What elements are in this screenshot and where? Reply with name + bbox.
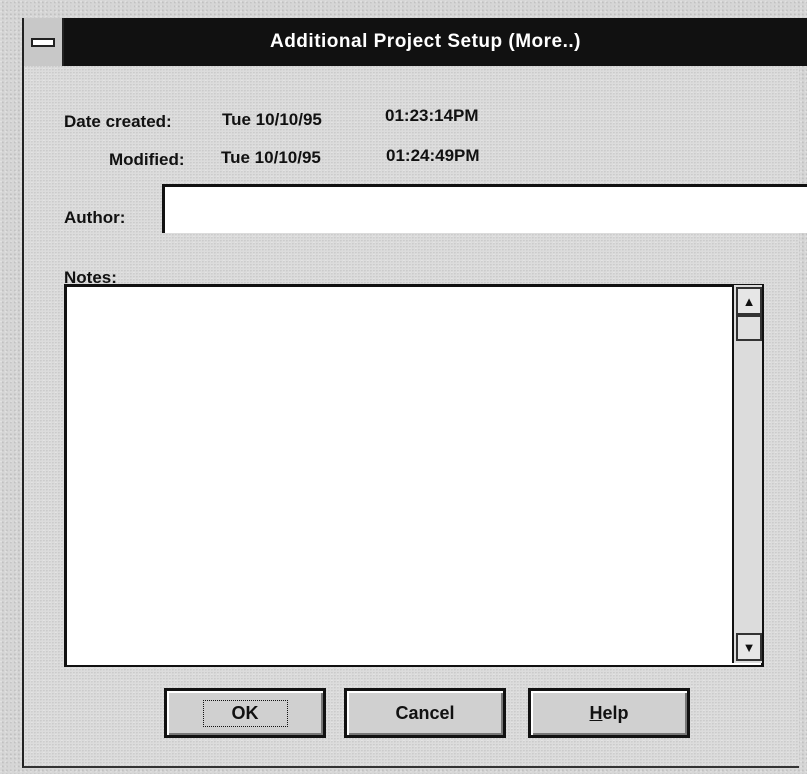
date-created-label: Date created: xyxy=(64,112,172,131)
cancel-button[interactable]: Cancel xyxy=(344,688,506,738)
system-menu-icon[interactable] xyxy=(24,18,64,66)
date-created-time: 01:23:14PM xyxy=(385,106,479,125)
modified-date: Tue 10/10/95 xyxy=(221,148,321,167)
notes-textarea[interactable] xyxy=(64,284,764,667)
help-button-label: Help xyxy=(589,703,628,724)
ok-button[interactable]: OK xyxy=(164,688,326,738)
arrow-down-icon[interactable]: ▼ xyxy=(736,633,762,661)
help-label-rest: elp xyxy=(602,702,629,723)
scrollbar-thumb[interactable] xyxy=(736,315,762,341)
help-button[interactable]: Help xyxy=(528,688,690,738)
cancel-button-label: Cancel xyxy=(395,702,455,723)
author-input[interactable] xyxy=(162,184,807,233)
arrow-up-icon[interactable]: ▲ xyxy=(736,287,762,315)
modified-time: 01:24:49PM xyxy=(386,146,480,165)
window-title: Additional Project Setup (More..) xyxy=(269,31,581,52)
ok-button-label: OK xyxy=(202,699,288,727)
screenshot-background: Additional Project Setup (More..) Date c… xyxy=(0,0,807,774)
date-created-date: Tue 10/10/95 xyxy=(222,110,322,129)
modified-label: Modified: xyxy=(109,150,185,169)
author-label: Author: xyxy=(64,208,126,227)
project-setup-dialog: Additional Project Setup (More..) Date c… xyxy=(22,18,807,768)
system-menu-bar xyxy=(31,37,55,47)
title-bar[interactable]: Additional Project Setup (More..) xyxy=(24,18,807,66)
help-mnemonic: H xyxy=(589,702,603,723)
notes-scrollbar[interactable]: ▲ ▼ xyxy=(732,285,762,663)
